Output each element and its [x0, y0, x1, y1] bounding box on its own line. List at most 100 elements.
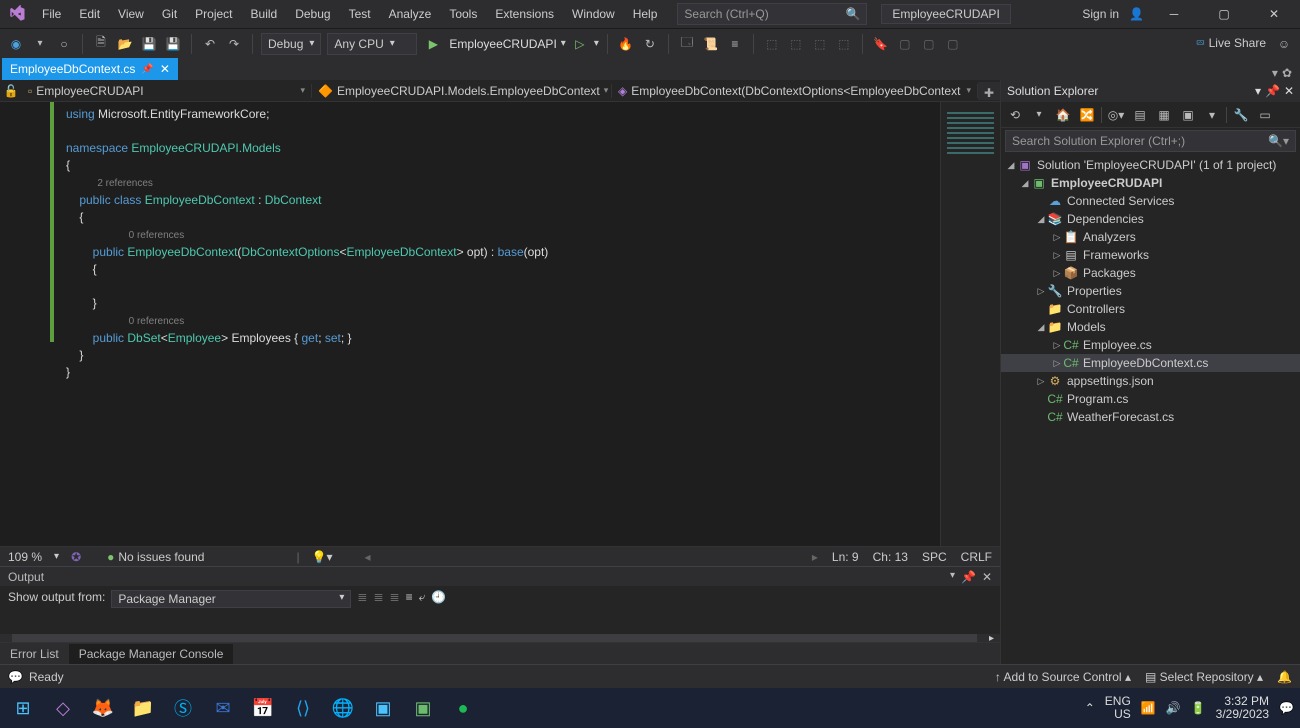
- browser-icon[interactable]: 🗔: [677, 34, 697, 54]
- menu-file[interactable]: File: [34, 3, 69, 25]
- split-editor-icon[interactable]: ✚: [978, 82, 1000, 100]
- tree-controllers[interactable]: Controllers: [1067, 302, 1125, 316]
- menu-window[interactable]: Window: [564, 3, 623, 25]
- menu-tools[interactable]: Tools: [441, 3, 485, 25]
- global-search[interactable]: Search (Ctrl+Q) 🔍: [677, 3, 867, 25]
- tray-clock[interactable]: 3:32 PM3/29/2023: [1216, 695, 1269, 721]
- output-hscrollbar[interactable]: [12, 634, 977, 642]
- menu-help[interactable]: Help: [625, 3, 666, 25]
- sign-in-icon[interactable]: 👤: [1129, 7, 1144, 21]
- tab-error-list[interactable]: Error List: [0, 644, 69, 664]
- tray-chevron-icon[interactable]: ⌃: [1085, 701, 1095, 715]
- se-collapse-icon[interactable]: ▣: [1178, 105, 1198, 125]
- tabs-settings-icon[interactable]: ✿: [1282, 66, 1292, 80]
- zoom-level[interactable]: 109 %: [8, 550, 42, 564]
- solexp-search[interactable]: Search Solution Explorer (Ctrl+;) 🔍▾: [1005, 130, 1296, 152]
- menu-debug[interactable]: Debug: [287, 3, 338, 25]
- save-all-icon[interactable]: 💾: [163, 34, 183, 54]
- start-debug-icon[interactable]: ▶: [423, 34, 443, 54]
- lightbulb-icon[interactable]: 💡▾: [312, 550, 333, 564]
- run-target-dropdown[interactable]: ▾: [561, 38, 566, 49]
- open-icon[interactable]: 📂: [115, 34, 135, 54]
- run-target[interactable]: EmployeeCRUDAPI: [449, 37, 556, 51]
- se-preview-icon[interactable]: ▭: [1255, 105, 1275, 125]
- menu-git[interactable]: Git: [154, 3, 185, 25]
- clear-output-icon[interactable]: ≡: [406, 590, 413, 604]
- minimap[interactable]: [940, 102, 1000, 546]
- taskbar-chrome-icon[interactable]: 🌐: [326, 691, 360, 725]
- menu-view[interactable]: View: [110, 3, 152, 25]
- space-indicator[interactable]: SPC: [922, 550, 947, 564]
- tree-program-cs[interactable]: Program.cs: [1067, 392, 1128, 406]
- se-filter-icon[interactable]: ▤: [1130, 105, 1150, 125]
- output-source-dropdown[interactable]: Package Manager▾: [111, 590, 351, 608]
- solexp-close-icon[interactable]: ✕: [1284, 84, 1294, 98]
- se-showall-icon[interactable]: ▦: [1154, 105, 1174, 125]
- tree-connected-services[interactable]: Connected Services: [1067, 194, 1174, 208]
- close-tab-icon[interactable]: ✕: [160, 62, 170, 76]
- notifications-icon[interactable]: 🔔: [1277, 670, 1292, 684]
- line-indicator[interactable]: Ln: 9: [832, 550, 859, 564]
- platform-dropdown[interactable]: Any CPU▾: [327, 33, 417, 55]
- tabs-dropdown-icon[interactable]: ▾: [1272, 66, 1278, 80]
- menu-extensions[interactable]: Extensions: [487, 3, 562, 25]
- menu-analyze[interactable]: Analyze: [381, 3, 440, 25]
- select-repository[interactable]: ▤ Select Repository ▴: [1145, 670, 1263, 684]
- nav-member[interactable]: ◈EmployeeDbContext(DbContextOptions<Empl…: [612, 84, 978, 98]
- step-icon[interactable]: ≡: [725, 34, 745, 54]
- se-home-icon[interactable]: 🏠: [1053, 105, 1073, 125]
- tray-lang[interactable]: ENGUS: [1105, 695, 1131, 721]
- hot-reload-icon[interactable]: 🔥: [616, 34, 636, 54]
- lineend-indicator[interactable]: CRLF: [961, 550, 992, 564]
- window-minimize[interactable]: ─: [1154, 0, 1194, 28]
- add-source-control[interactable]: ↑ Add to Source Control ▴: [995, 670, 1131, 684]
- tree-appsettings[interactable]: appsettings.json: [1067, 374, 1154, 388]
- tray-wifi-icon[interactable]: 📶: [1141, 701, 1156, 715]
- taskbar-explorer-icon[interactable]: 📁: [126, 691, 160, 725]
- taskbar-vscode-icon[interactable]: ⟨⟩: [286, 691, 320, 725]
- se-wrench-icon[interactable]: 🔧: [1231, 105, 1251, 125]
- tree-weather-cs[interactable]: WeatherForecast.cs: [1067, 410, 1174, 424]
- solution-tree[interactable]: ◢▣Solution 'EmployeeCRUDAPI' (1 of 1 pro…: [1001, 154, 1300, 664]
- forward-icon[interactable]: ▾: [30, 34, 50, 54]
- taskbar-app1-icon[interactable]: ▣: [366, 691, 400, 725]
- tree-solution[interactable]: Solution 'EmployeeCRUDAPI' (1 of 1 proje…: [1037, 158, 1276, 172]
- bookmark-icon[interactable]: 🔖: [871, 34, 891, 54]
- tree-packages[interactable]: Packages: [1083, 266, 1136, 280]
- se-back-icon[interactable]: ⟲: [1005, 105, 1025, 125]
- refresh-icon[interactable]: ↻: [640, 34, 660, 54]
- live-share-button[interactable]: ⮹ Live Share: [1196, 36, 1266, 51]
- pin-icon[interactable]: 📌: [141, 64, 153, 75]
- start-button[interactable]: ⊞: [6, 691, 40, 725]
- document-tab-active[interactable]: EmployeeDbContext.cs 📌 ✕: [2, 58, 178, 80]
- project-indicator[interactable]: EmployeeCRUDAPI: [881, 4, 1010, 24]
- taskbar-app2-icon[interactable]: ▣: [406, 691, 440, 725]
- zoom-dropdown[interactable]: ▾: [54, 551, 59, 562]
- wrap-output-icon[interactable]: ⤶: [419, 590, 426, 605]
- tree-employee-cs[interactable]: Employee.cs: [1083, 338, 1152, 352]
- taskbar-firefox-icon[interactable]: 🦊: [86, 691, 120, 725]
- taskbar-vs-icon[interactable]: ◇: [46, 691, 80, 725]
- window-close[interactable]: ✕: [1254, 0, 1294, 28]
- back-icon[interactable]: ◉: [6, 34, 26, 54]
- se-switch-icon[interactable]: 🔀: [1077, 105, 1097, 125]
- start-without-debug-icon[interactable]: ▷: [570, 34, 590, 54]
- tree-dependencies[interactable]: Dependencies: [1067, 212, 1144, 226]
- se-view2-icon[interactable]: ▾: [1202, 105, 1222, 125]
- undo-icon[interactable]: ↶: [200, 34, 220, 54]
- tree-frameworks[interactable]: Frameworks: [1083, 248, 1149, 262]
- save-icon[interactable]: 💾: [139, 34, 159, 54]
- taskbar-calendar-icon[interactable]: 📅: [246, 691, 280, 725]
- output-close-icon[interactable]: ✕: [982, 570, 992, 584]
- taskbar-mail-icon[interactable]: ✉: [206, 691, 240, 725]
- output-pin-icon[interactable]: 📌: [961, 570, 976, 584]
- tree-dbcontext-cs[interactable]: EmployeeDbContext.cs: [1083, 356, 1208, 370]
- clock-output-icon[interactable]: 🕘: [431, 590, 446, 604]
- output-dropdown-icon[interactable]: ▾: [950, 570, 955, 584]
- nav-forward-icon[interactable]: ○: [54, 34, 74, 54]
- code-editor[interactable]: using Microsoft.EntityFrameworkCore; nam…: [0, 102, 1000, 546]
- new-project-icon[interactable]: 🗎: [91, 34, 111, 54]
- nav-class[interactable]: 🔶EmployeeCRUDAPI.Models.EmployeeDbContex…: [312, 84, 612, 98]
- solexp-pin-icon[interactable]: 📌: [1265, 84, 1280, 98]
- menu-build[interactable]: Build: [243, 3, 286, 25]
